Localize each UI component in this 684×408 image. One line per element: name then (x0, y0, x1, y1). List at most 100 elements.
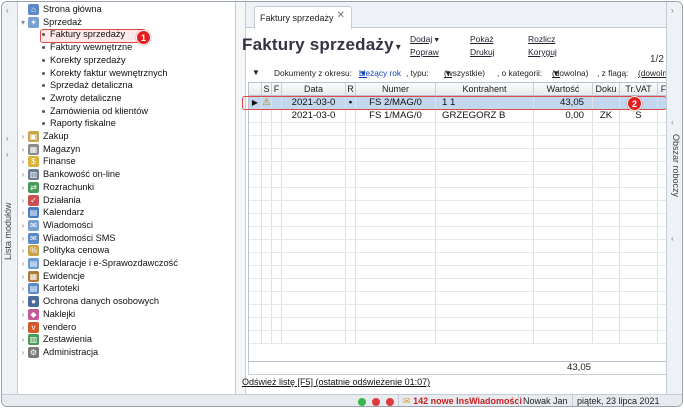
chevron-right-icon[interactable]: › (19, 155, 27, 168)
chevron-right-icon[interactable]: › (19, 308, 27, 321)
sidebar-item-wiadomości[interactable]: › ✉ Wiadomości (18, 219, 234, 232)
sidebar-item-zwroty-detaliczne[interactable]: Zwroty detaliczne (18, 92, 234, 105)
column-header-r[interactable]: R (346, 83, 356, 96)
show-button[interactable]: Pokaż (470, 34, 494, 44)
chevron-right-icon[interactable]: › (19, 244, 27, 257)
chevron-right-icon[interactable]: › (19, 333, 27, 346)
sidebar-item-polityka-cenowa[interactable]: ›% Polityka cenowa (18, 244, 234, 257)
chevron-right-icon[interactable]: › (19, 270, 27, 283)
add-button[interactable]: Dodaj▼ (410, 34, 440, 44)
sidebar-item-bankowość-on-line[interactable]: › ▥ Bankowość on-line (18, 168, 234, 181)
column-header-value[interactable]: Wartość (534, 83, 593, 96)
document-tabstrip: Faktury sprzedaży ✕ (246, 2, 666, 29)
sidebar-item-raporty-fiskalne[interactable]: Raporty fiskalne (18, 117, 234, 130)
edit-button[interactable]: Popraw (410, 47, 439, 57)
sidebar-item-magazyn[interactable]: › ▦ Magazyn (18, 143, 234, 156)
sidebar-item-korekty-sprzedaży[interactable]: Korekty sprzedaży (18, 54, 234, 67)
privacy-icon: ● (28, 296, 39, 308)
reports-icon: ▥ (28, 334, 39, 346)
sidebar-item-administracja[interactable]: › ⚙ Administracja (18, 346, 234, 359)
columns-menu-icon[interactable]: ▼ (252, 68, 260, 77)
period-filter[interactable]: bieżący rok ▼ (359, 68, 401, 78)
chevron-right-icon[interactable]: › (19, 219, 27, 232)
column-header-doc[interactable]: Doku (593, 83, 620, 96)
chevron-right-icon[interactable]: › (19, 181, 27, 194)
notifications-link[interactable]: ✉ 142 nowe InsWiadomości (398, 395, 526, 406)
panel-splitter[interactable] (236, 2, 246, 394)
sidebar-item-deklaracje-i-e-sprawozdawczość[interactable]: › ▤ Deklaracje i e-Sprawozdawczość (18, 257, 234, 270)
sidebar-item-faktury-sprzedaży[interactable]: Faktury sprzedaży (18, 28, 234, 41)
sidebar-item-zakup[interactable]: › ▣ Zakup (18, 130, 234, 143)
column-header-contractor[interactable]: Kontrahent (436, 83, 534, 96)
refresh-list-link[interactable]: Odśwież listę [F5] (ostatnie odświeżenie… (242, 377, 430, 387)
sidebar-item-naklejki[interactable]: › ◆ Naklejki (18, 308, 234, 321)
cell-value (534, 227, 593, 239)
table-row (249, 149, 668, 162)
sidebar-item-rozrachunki[interactable]: › ⇄ Rozrachunki (18, 181, 234, 194)
column-header-date[interactable]: Data (282, 83, 346, 96)
bullet-icon (42, 109, 45, 113)
page-title[interactable]: Faktury sprzedaży ▾ (242, 35, 401, 55)
sidebar-item-wiadomości-sms[interactable]: › ✉ Wiadomości SMS (18, 232, 234, 245)
annotation-badge-1: 1 (136, 30, 151, 45)
module-list-side-tab[interactable]: ‹ › › Lista modułów (2, 2, 18, 394)
type-filter[interactable]: (wszystkie) ▼ (444, 68, 485, 78)
flag-filter[interactable]: (dowoln (638, 68, 667, 78)
sidebar-item-kartoteki[interactable]: › ▤ Kartoteki (18, 282, 234, 295)
chevron-right-icon[interactable]: › (6, 134, 9, 143)
admin-icon: ⚙ (28, 346, 39, 358)
chevron-right-icon[interactable]: › (19, 295, 27, 308)
correct-button[interactable]: Koryguj (528, 47, 557, 57)
sidebar-item-vendero[interactable]: › v vendero (18, 321, 234, 334)
sidebar-item-strona-główna[interactable]: ⌂ Strona główna (18, 3, 234, 16)
chevron-down-icon[interactable]: ▾ (19, 16, 27, 29)
sidebar-item-zamówienia-od-klientów[interactable]: Zamówienia od klientów (18, 105, 234, 118)
sidebar-item-ewidencje[interactable]: › ▦ Ewidencje (18, 270, 234, 283)
sidebar-item-zestawienia[interactable]: › ▥ Zestawienia (18, 333, 234, 346)
settle-button[interactable]: Rozlicz (528, 34, 555, 44)
close-icon[interactable]: ✕ (337, 10, 345, 21)
records-icon: ▦ (28, 270, 39, 282)
chevron-right-icon[interactable]: › (6, 150, 9, 159)
chevron-right-icon[interactable]: › (19, 257, 27, 270)
table-row[interactable]: 2021-03-0 FS 1/MAG/0 GRZEGORZ B 0,00 ZK S (249, 110, 668, 123)
sidebar-item-faktury-wewnętrzne[interactable]: Faktury wewnętrzne (18, 41, 234, 54)
cell-f (272, 201, 282, 213)
chevron-right-icon[interactable]: › (671, 6, 674, 15)
sidebar-item-sprzedaż[interactable]: ▾ ✦ Sprzedaż (18, 16, 234, 29)
chevron-right-icon[interactable]: › (19, 346, 27, 359)
sidebar-item-korekty-faktur-wewnętrznych[interactable]: Korekty faktur wewnętrznych (18, 67, 234, 80)
cell-value (534, 214, 593, 226)
chevron-left-icon[interactable]: ‹ (6, 6, 9, 15)
column-header-f[interactable]: F (272, 83, 282, 96)
cell-number (356, 201, 436, 213)
chevron-right-icon[interactable]: › (19, 194, 27, 207)
chevron-right-icon[interactable]: › (19, 282, 27, 295)
chevron-right-icon[interactable]: › (19, 321, 27, 334)
chevron-right-icon[interactable]: › (19, 232, 27, 245)
chevron-right-icon[interactable]: › (19, 143, 27, 156)
sidebar-item-sprzedaż-detaliczna[interactable]: Sprzedaż detaliczna (18, 79, 234, 92)
chevron-left-icon[interactable]: ‹ (671, 234, 674, 243)
workspace-side-tab[interactable]: › ‹ Obszar roboczy ‹ (666, 2, 682, 394)
column-header-number[interactable]: Numer (356, 83, 436, 96)
sidebar-item-finanse[interactable]: › $ Finanse (18, 155, 234, 168)
sidebar-item-ochrona-danych-osobowych[interactable]: › ● Ochrona danych osobowych (18, 295, 234, 308)
cell-date (282, 253, 346, 265)
chevron-right-icon[interactable]: › (19, 206, 27, 219)
category-filter[interactable]: (dowolna) ▼ (552, 68, 588, 78)
sidebar-item-działania[interactable]: › ✓ Działania (18, 194, 234, 207)
cell-r (346, 279, 356, 291)
tab-sales-invoices[interactable]: Faktury sprzedaży ✕ (254, 6, 352, 29)
column-header-s[interactable]: S (262, 83, 272, 96)
chevron-right-icon[interactable]: › (19, 130, 27, 143)
print-button[interactable]: Drukuj (470, 47, 495, 57)
cell-doc (593, 305, 620, 317)
sidebar-item-kalendarz[interactable]: › ▤ Kalendarz (18, 206, 234, 219)
chevron-right-icon[interactable]: › (19, 168, 27, 181)
cell-date (282, 292, 346, 304)
chevron-left-icon[interactable]: ‹ (671, 118, 674, 127)
cell-number (356, 123, 436, 135)
cell-contractor (436, 214, 534, 226)
column-header-vat[interactable]: Tr.VAT (620, 83, 658, 96)
